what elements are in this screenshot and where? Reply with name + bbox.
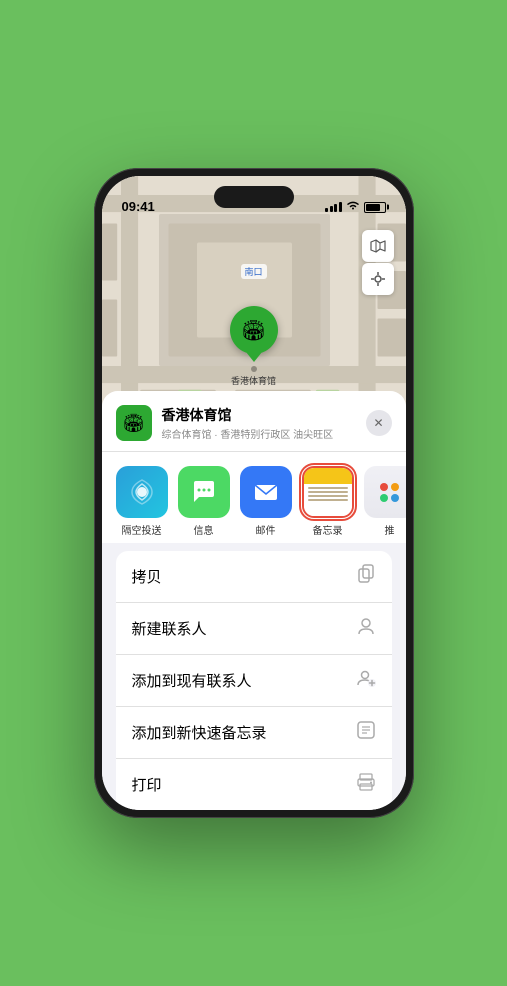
- share-more[interactable]: 推: [364, 466, 406, 537]
- more-label: 推: [385, 522, 395, 537]
- share-messages[interactable]: 信息: [178, 466, 230, 537]
- share-mail[interactable]: 邮件: [240, 466, 292, 537]
- action-quick-note[interactable]: 添加到新快速备忘录: [116, 707, 392, 759]
- venue-info: 香港体育馆 综合体育馆 · 香港特别行政区 油尖旺区: [162, 405, 356, 441]
- venue-name: 香港体育馆: [162, 405, 356, 425]
- share-airdrop[interactable]: 隔空投送: [116, 466, 168, 537]
- dynamic-island: [214, 186, 294, 208]
- phone-frame: 09:41: [94, 168, 414, 818]
- action-list: 拷贝 新建联系人: [116, 551, 392, 810]
- print-icon: [356, 772, 376, 797]
- venue-subtitle: 综合体育馆 · 香港特别行政区 油尖旺区: [162, 426, 356, 441]
- location-button[interactable]: [362, 263, 394, 295]
- quick-note-icon: [356, 720, 376, 745]
- messages-label: 信息: [194, 522, 214, 537]
- action-new-contact-label: 新建联系人: [132, 618, 207, 639]
- share-items-list: 隔空投送 信息: [116, 466, 392, 537]
- copy-icon: [356, 564, 376, 589]
- messages-icon: [178, 466, 230, 518]
- sheet-header: 🏟 香港体育馆 综合体育馆 · 香港特别行政区 油尖旺区 ✕: [102, 391, 406, 452]
- action-copy[interactable]: 拷贝: [116, 551, 392, 603]
- location-pin: 🏟 香港体育馆: [230, 306, 278, 387]
- mail-label: 邮件: [256, 522, 276, 537]
- add-existing-icon: [356, 668, 376, 693]
- action-add-existing-label: 添加到现有联系人: [132, 670, 252, 691]
- map-type-button[interactable]: [362, 230, 394, 262]
- venue-icon: 🏟: [116, 405, 152, 441]
- pin-icon: 🏟: [230, 306, 278, 354]
- close-button[interactable]: ✕: [366, 410, 392, 436]
- mail-icon: [240, 466, 292, 518]
- airdrop-icon: [116, 466, 168, 518]
- action-new-contact[interactable]: 新建联系人: [116, 603, 392, 655]
- signal-icon: [325, 202, 342, 212]
- battery-icon: [364, 202, 386, 213]
- airdrop-label: 隔空投送: [122, 522, 162, 537]
- notes-icon: [302, 466, 354, 518]
- pin-label: 香港体育馆: [231, 374, 276, 387]
- map-controls: [362, 230, 394, 295]
- notes-label: 备忘录: [313, 522, 343, 537]
- wifi-icon: [346, 200, 360, 214]
- action-add-existing[interactable]: 添加到现有联系人: [116, 655, 392, 707]
- action-print[interactable]: 打印: [116, 759, 392, 810]
- status-time: 09:41: [122, 199, 155, 214]
- map-entrance-label: 南口: [240, 264, 266, 279]
- action-copy-label: 拷贝: [132, 566, 162, 587]
- action-quick-note-label: 添加到新快速备忘录: [132, 722, 267, 743]
- new-contact-icon: [356, 616, 376, 641]
- pin-shadow: [251, 366, 257, 372]
- share-row: 隔空投送 信息: [102, 452, 406, 543]
- bottom-sheet: 🏟 香港体育馆 综合体育馆 · 香港特别行政区 油尖旺区 ✕: [102, 391, 406, 810]
- share-notes[interactable]: 备忘录: [302, 466, 354, 537]
- more-icon: [364, 466, 406, 518]
- phone-screen: 09:41: [102, 176, 406, 810]
- status-icons: [325, 200, 386, 214]
- action-print-label: 打印: [132, 774, 162, 795]
